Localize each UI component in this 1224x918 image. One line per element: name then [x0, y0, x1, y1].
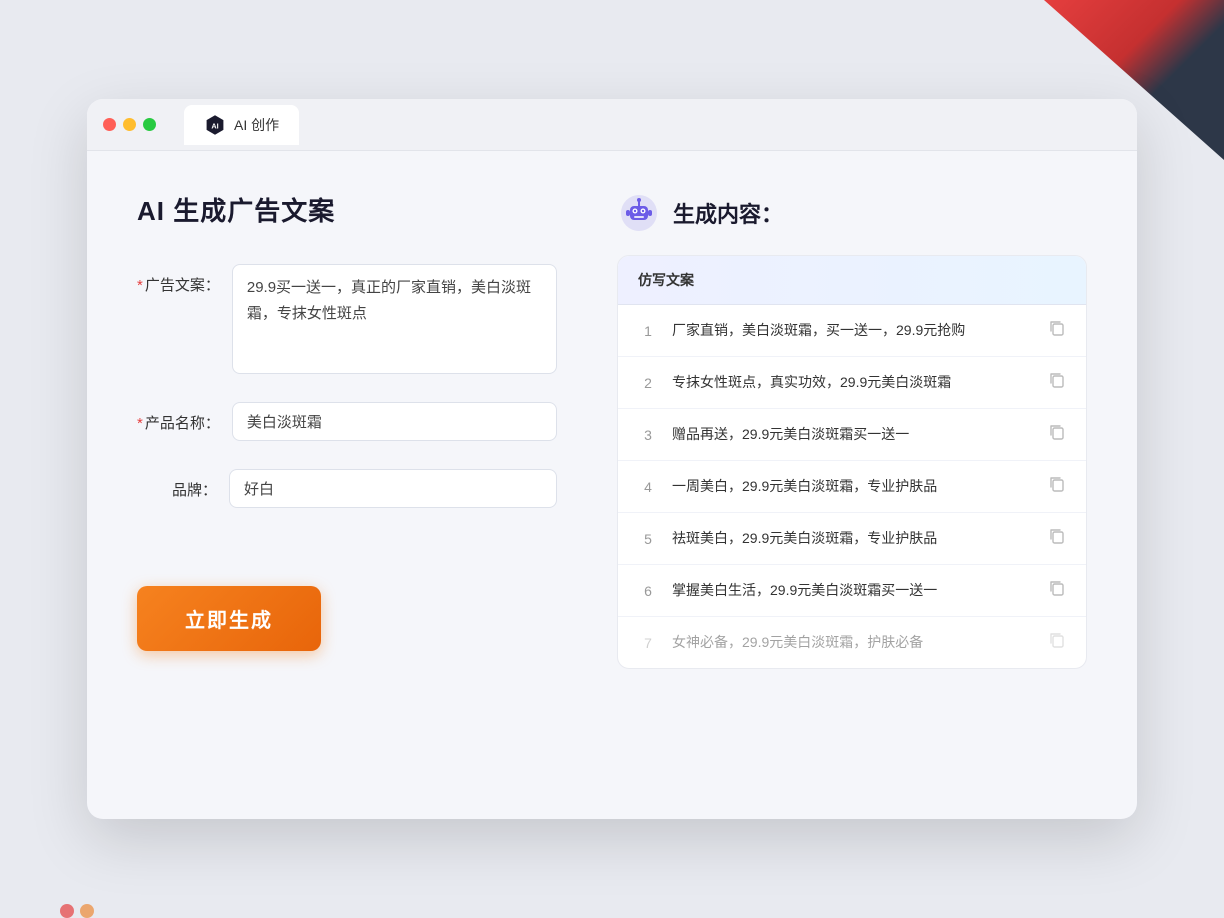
right-panel: 生成内容： 仿写文案 1 厂家直销，美白淡斑霜，买一送一，29.9元抢购 2 专抹女… — [617, 191, 1087, 779]
table-row: 7 女神必备，29.9元美白淡斑霜，护肤必备 — [618, 617, 1086, 668]
row-number: 2 — [638, 375, 658, 391]
table-row: 5 祛斑美白，29.9元美白淡斑霜，专业护肤品 — [618, 513, 1086, 565]
product-name-label: *产品名称： — [137, 402, 220, 433]
browser-window: AI AI 创作 AI 生成广告文案 *广告文案： 29.9买一送一，真正的厂家… — [87, 99, 1137, 819]
ad-copy-group: *广告文案： 29.9买一送一，真正的厂家直销，美白淡斑霜，专抹女性斑点 — [137, 264, 557, 374]
decorative-dots — [60, 904, 94, 918]
table-row: 2 专抹女性斑点，真实功效，29.9元美白淡斑霜 — [618, 357, 1086, 409]
brand-group: 品牌： — [137, 469, 557, 508]
copy-icon[interactable] — [1048, 475, 1066, 498]
minimize-button[interactable] — [123, 118, 136, 131]
required-star-1: * — [137, 277, 143, 294]
row-text: 掌握美白生活，29.9元美白淡斑霜买一送一 — [672, 580, 1034, 601]
table-header: 仿写文案 — [618, 256, 1086, 305]
product-name-input[interactable] — [232, 402, 557, 441]
result-table: 仿写文案 1 厂家直销，美白淡斑霜，买一送一，29.9元抢购 2 专抹女性斑点，真实… — [617, 255, 1087, 669]
copy-icon[interactable] — [1048, 631, 1066, 654]
ad-copy-label: *广告文案： — [137, 264, 220, 295]
ad-copy-input[interactable]: 29.9买一送一，真正的厂家直销，美白淡斑霜，专抹女性斑点 — [232, 264, 557, 374]
generate-button[interactable]: 立即生成 — [137, 586, 321, 651]
robot-icon — [617, 191, 661, 235]
result-header: 生成内容： — [617, 191, 1087, 235]
row-text: 厂家直销，美白淡斑霜，买一送一，29.9元抢购 — [672, 320, 1034, 341]
copy-icon[interactable] — [1048, 319, 1066, 342]
row-number: 7 — [638, 635, 658, 651]
result-title: 生成内容： — [673, 197, 783, 229]
row-number: 4 — [638, 479, 658, 495]
close-button[interactable] — [103, 118, 116, 131]
content-area: AI 生成广告文案 *广告文案： 29.9买一送一，真正的厂家直销，美白淡斑霜，… — [87, 151, 1137, 819]
tab-label: AI 创作 — [234, 115, 279, 135]
ai-tab-icon: AI — [204, 114, 226, 136]
table-row: 1 厂家直销，美白淡斑霜，买一送一，29.9元抢购 — [618, 305, 1086, 357]
copy-icon[interactable] — [1048, 527, 1066, 550]
row-number: 1 — [638, 323, 658, 339]
row-number: 5 — [638, 531, 658, 547]
copy-icon[interactable] — [1048, 579, 1066, 602]
result-rows-container: 1 厂家直销，美白淡斑霜，买一送一，29.9元抢购 2 专抹女性斑点，真实功效，29… — [618, 305, 1086, 668]
traffic-lights — [103, 118, 156, 131]
page-title: AI 生成广告文案 — [137, 191, 557, 228]
copy-icon[interactable] — [1048, 371, 1066, 394]
row-text: 女神必备，29.9元美白淡斑霜，护肤必备 — [672, 632, 1034, 653]
row-text: 祛斑美白，29.9元美白淡斑霜，专业护肤品 — [672, 528, 1034, 549]
product-name-group: *产品名称： — [137, 402, 557, 441]
ai-creation-tab[interactable]: AI AI 创作 — [184, 105, 299, 145]
row-text: 赠品再送，29.9元美白淡斑霜买一送一 — [672, 424, 1034, 445]
table-row: 6 掌握美白生活，29.9元美白淡斑霜买一送一 — [618, 565, 1086, 617]
row-number: 3 — [638, 427, 658, 443]
row-text: 一周美白，29.9元美白淡斑霜，专业护肤品 — [672, 476, 1034, 497]
row-text: 专抹女性斑点，真实功效，29.9元美白淡斑霜 — [672, 372, 1034, 393]
title-bar: AI AI 创作 — [87, 99, 1137, 151]
brand-label: 品牌： — [137, 469, 217, 500]
table-row: 3 赠品再送，29.9元美白淡斑霜买一送一 — [618, 409, 1086, 461]
brand-input[interactable] — [229, 469, 557, 508]
left-panel: AI 生成广告文案 *广告文案： 29.9买一送一，真正的厂家直销，美白淡斑霜，… — [137, 191, 557, 779]
required-star-2: * — [137, 415, 143, 432]
svg-text:AI: AI — [211, 121, 218, 130]
maximize-button[interactable] — [143, 118, 156, 131]
copy-icon[interactable] — [1048, 423, 1066, 446]
table-row: 4 一周美白，29.9元美白淡斑霜，专业护肤品 — [618, 461, 1086, 513]
row-number: 6 — [638, 583, 658, 599]
